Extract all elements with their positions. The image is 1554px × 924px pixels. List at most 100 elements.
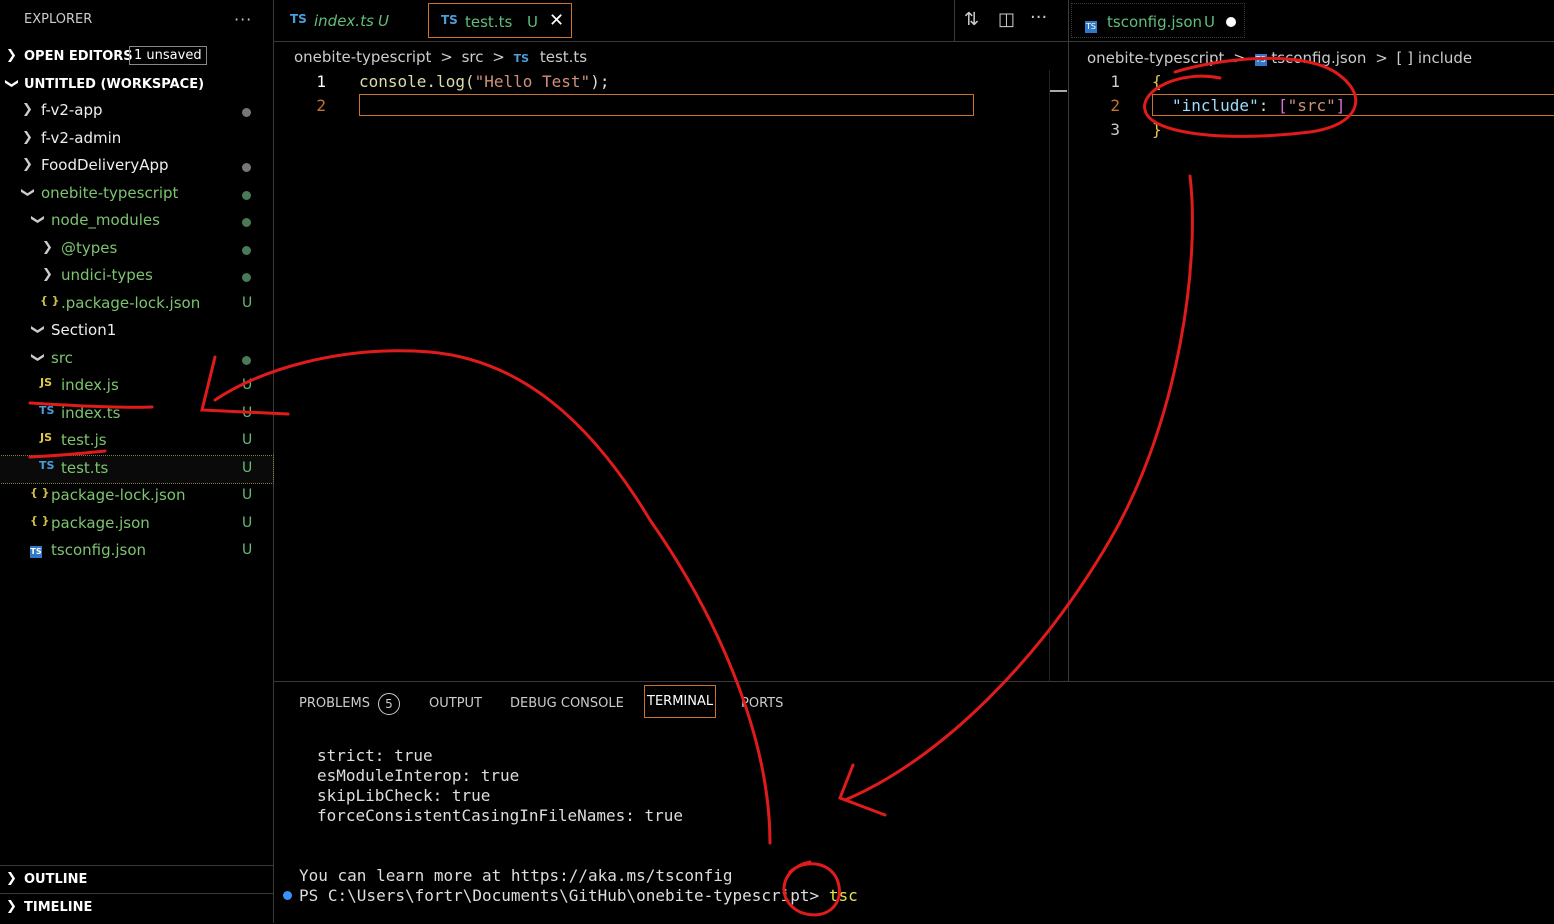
close-icon[interactable]: ✕ xyxy=(549,10,564,31)
command-status-dot-icon[interactable] xyxy=(283,891,292,900)
tree-item-dot-package-lock[interactable]: { } .package-lock.json U xyxy=(0,291,273,318)
tree-item-label: onebite-typescript xyxy=(41,184,179,202)
chevron-right-icon: ❯ xyxy=(22,157,33,172)
workspace-section[interactable]: ❯ UNTITLED (WORKSPACE) xyxy=(0,72,273,98)
tree-item-fooddeliveryapp[interactable]: ❯ FoodDeliveryApp xyxy=(0,153,273,180)
breadcrumb-item[interactable]: src xyxy=(462,48,484,66)
breadcrumb-separator: > xyxy=(1375,49,1388,67)
chevron-down-icon: ❯ xyxy=(29,352,45,363)
tree-item-label: f-v2-app xyxy=(41,101,103,119)
terminal-prompt-line[interactable]: PS C:\Users\fortr\Documents\GitHub\onebi… xyxy=(299,886,858,905)
javascript-file-icon: JS xyxy=(40,431,53,444)
breadcrumb-item[interactable]: test.ts xyxy=(540,48,587,66)
git-status-badge: U xyxy=(1204,13,1215,31)
tab-terminal[interactable]: TERMINAL xyxy=(643,685,717,718)
timeline-section[interactable]: ❯ TIMELINE xyxy=(0,895,273,921)
open-editors-section[interactable]: ❯ OPEN EDITORS 1 unsaved xyxy=(0,44,273,70)
git-status-badge: U xyxy=(242,405,253,421)
tree-item-onebite-typescript[interactable]: ❯ onebite-typescript xyxy=(0,181,273,208)
tab-debug-console[interactable]: DEBUG CONSOLE xyxy=(510,696,624,711)
tsconfig-icon-glyph: TS xyxy=(30,546,42,558)
tree-item-src[interactable]: ❯ src xyxy=(0,346,273,373)
breadcrumb-item[interactable]: include xyxy=(1418,49,1472,67)
modified-dot xyxy=(242,108,251,117)
code-line[interactable]: console.log("Hello Test"); xyxy=(359,72,609,91)
tab-output[interactable]: OUTPUT xyxy=(429,696,482,711)
terminal-prompt: PS C:\Users\fortr\Documents\GitHub\onebi… xyxy=(299,886,820,905)
compare-changes-icon[interactable]: ⇅ xyxy=(964,9,979,30)
unsaved-dot-icon[interactable] xyxy=(1226,17,1236,27)
tree-item-undici-types[interactable]: ❯ undici-types xyxy=(0,263,273,290)
scrollbar-thumb[interactable] xyxy=(1049,90,1067,92)
tree-item-types[interactable]: ❯ @types xyxy=(0,236,273,263)
tab-ports[interactable]: PORTS xyxy=(741,696,783,711)
chevron-right-icon: ❯ xyxy=(22,130,33,145)
tsconfig-icon-glyph: TS xyxy=(1085,21,1097,33)
code-token: ] xyxy=(1335,96,1346,115)
tree-item-test-ts[interactable]: TS test.ts U xyxy=(0,455,274,484)
tab-index-ts[interactable]: TS index.ts U xyxy=(274,0,424,41)
breadcrumb-item[interactable]: tsconfig.json xyxy=(1271,49,1366,67)
workspace-label: UNTITLED (WORKSPACE) xyxy=(24,77,205,92)
typescript-file-icon: TS xyxy=(39,459,55,472)
chevron-down-icon: ❯ xyxy=(19,187,35,198)
tsconfig-file-icon: TS xyxy=(1085,15,1097,33)
tree-item-tsconfig[interactable]: TS tsconfig.json U xyxy=(0,538,273,565)
problems-count-badge: 5 xyxy=(378,693,400,715)
more-actions-icon[interactable]: ··· xyxy=(234,10,252,29)
tree-item-label: src xyxy=(51,349,73,367)
code-line[interactable]: { xyxy=(1152,72,1162,91)
tree-item-index-js[interactable]: JS index.js U xyxy=(0,373,273,400)
editor-group-divider[interactable] xyxy=(1068,0,1069,681)
divider xyxy=(0,865,273,866)
tsconfig-file-icon: TS xyxy=(30,544,42,558)
outline-section[interactable]: ❯ OUTLINE xyxy=(0,867,273,893)
git-status-badge: U xyxy=(378,12,389,30)
explorer-title: EXPLORER xyxy=(24,12,93,27)
tree-item-package-lock[interactable]: { } package-lock.json U xyxy=(0,483,273,510)
breadcrumb-item[interactable]: onebite-typescript xyxy=(294,48,431,66)
chevron-right-icon: ❯ xyxy=(6,899,17,914)
tree-item-f-v2-admin[interactable]: ❯ f-v2-admin xyxy=(0,126,273,153)
terminal-line: forceConsistentCasingInFileNames: true xyxy=(317,806,684,825)
split-editor-icon[interactable]: ◫ xyxy=(998,9,1015,30)
code-line[interactable]: } xyxy=(1152,120,1162,139)
chevron-right-icon: ❯ xyxy=(42,267,53,282)
breadcrumb: onebite-typescript > src > TS test.ts xyxy=(294,48,587,66)
tree-item-f-v2-app[interactable]: ❯ f-v2-app xyxy=(0,98,273,125)
git-status-badge: U xyxy=(242,432,253,448)
divider xyxy=(0,893,273,894)
json-file-icon: { } xyxy=(30,486,50,499)
more-actions-icon[interactable]: ··· xyxy=(1030,7,1047,28)
explorer-sidebar: EXPLORER ··· ❯ OPEN EDITORS 1 unsaved ❯ … xyxy=(0,0,274,923)
tab-problems[interactable]: PROBLEMS xyxy=(299,696,370,711)
tree-item-section1[interactable]: ❯ Section1 xyxy=(0,318,273,345)
terminal-command: tsc xyxy=(828,886,858,905)
array-symbol-icon: [ ] xyxy=(1396,49,1414,67)
tree-item-label: test.ts xyxy=(61,459,109,477)
modified-dot xyxy=(242,273,251,282)
git-status-badge: U xyxy=(242,487,253,503)
typescript-file-icon: TS xyxy=(39,404,55,417)
unsaved-badge: 1 unsaved xyxy=(129,46,207,65)
tree-item-label: package-lock.json xyxy=(51,486,186,504)
code-line[interactable]: "include": ["src"] xyxy=(1172,96,1345,115)
tree-item-index-ts[interactable]: TS index.ts U xyxy=(0,401,273,428)
tab-label: index.ts xyxy=(314,12,374,30)
tree-item-node-modules[interactable]: ❯ node_modules xyxy=(0,208,273,235)
open-editors-label: OPEN EDITORS xyxy=(24,49,133,64)
tree-item-package-json[interactable]: { } package.json U xyxy=(0,511,273,538)
tab-test-ts[interactable]: TS test.ts U ✕ xyxy=(428,3,572,38)
breadcrumb-item[interactable]: onebite-typescript xyxy=(1087,49,1224,67)
tab-tsconfig-json[interactable]: TS tsconfig.json U xyxy=(1071,3,1245,38)
tree-item-test-js[interactable]: JS test.js U xyxy=(0,428,273,455)
tsconfig-icon-glyph: TS xyxy=(1254,54,1267,66)
line-number: 1 xyxy=(316,72,326,91)
terminal-line: skipLibCheck: true xyxy=(317,786,491,805)
tabbar-border xyxy=(1068,41,1554,42)
current-line-highlight[interactable] xyxy=(359,94,974,116)
code-token: console.log( xyxy=(359,72,475,91)
line-number: 2 xyxy=(1110,96,1120,115)
git-status-badge: U xyxy=(242,542,253,558)
breadcrumb: onebite-typescript > TS tsconfig.json > … xyxy=(1087,48,1472,67)
